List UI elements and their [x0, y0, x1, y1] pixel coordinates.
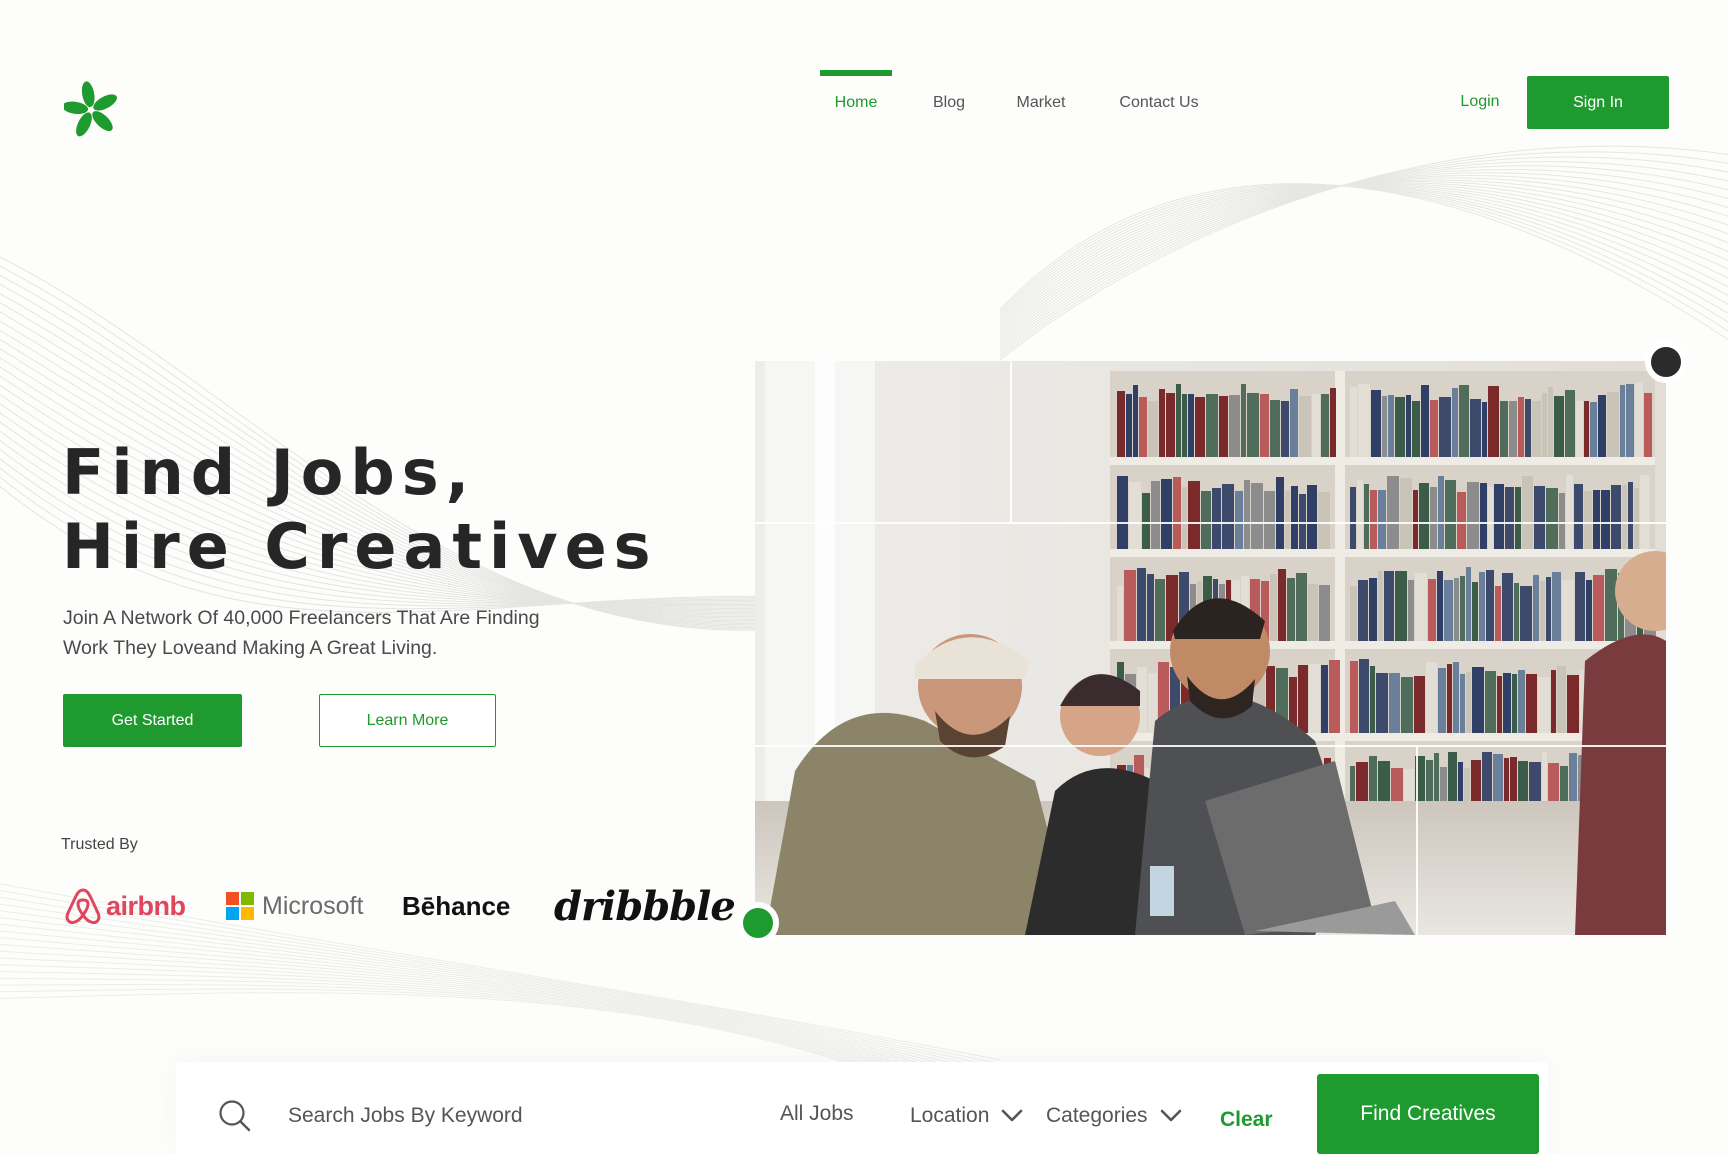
nav-item-blog[interactable]: Blog	[920, 68, 978, 138]
trusted-by-label: Trusted By	[61, 836, 138, 853]
categories-dropdown[interactable]: Categories	[1046, 1094, 1182, 1138]
location-dropdown-label: Location	[910, 1104, 990, 1127]
airbnb-logo: airbnb	[64, 876, 186, 936]
microsoft-wordmark: Microsoft	[262, 891, 364, 920]
nav-item-market[interactable]: Market	[1006, 68, 1076, 138]
chevron-down-icon	[1160, 1109, 1181, 1122]
chevron-down-icon	[1002, 1109, 1023, 1122]
job-search-bar: All Jobs Location Categories Clear Find …	[176, 1062, 1548, 1154]
learn-more-button[interactable]: Learn More	[319, 694, 496, 747]
get-started-button[interactable]: Get Started	[63, 694, 242, 747]
hero-subtitle: Join A Network Of 40,000 Freelancers Tha…	[63, 607, 540, 659]
clover-logo-icon[interactable]	[62, 80, 118, 144]
job-type-selector[interactable]: All Jobs	[780, 1092, 854, 1136]
nav-item-contact-us[interactable]: Contact Us	[1104, 68, 1214, 138]
photo-grid-line	[755, 522, 1666, 524]
search-input[interactable]	[288, 1092, 728, 1140]
decorative-green-dot	[737, 902, 779, 944]
dribbble-wordmark: dribbble	[554, 882, 736, 930]
find-creatives-button[interactable]: Find Creatives	[1317, 1074, 1539, 1154]
search-icon	[219, 1100, 251, 1132]
hero-title: Find Jobs, Hire Creatives	[62, 436, 658, 584]
dribbble-logo: dribbble	[554, 876, 736, 936]
main-nav: Home Blog Market Contact Us	[820, 68, 1214, 138]
microsoft-windows-icon	[226, 892, 254, 920]
behance-logo: Bēhance	[402, 876, 510, 936]
nav-item-home[interactable]: Home	[820, 68, 892, 138]
sign-in-button[interactable]: Sign In	[1527, 76, 1669, 129]
behance-wordmark: Bēhance	[402, 890, 511, 921]
hero-team-photo	[755, 361, 1666, 935]
hero-title-line-1: Find Jobs,	[62, 436, 477, 509]
microsoft-logo: Microsoft	[226, 876, 363, 936]
clear-filters-link[interactable]: Clear	[1220, 1098, 1273, 1142]
photo-grid-line	[1010, 361, 1012, 522]
photo-grid-line	[755, 745, 1666, 747]
categories-dropdown-label: Categories	[1046, 1104, 1148, 1127]
location-dropdown[interactable]: Location	[910, 1094, 1023, 1138]
hero-title-line-2: Hire Creatives	[62, 510, 658, 583]
decorative-dark-dot	[1645, 341, 1687, 383]
airbnb-icon	[65, 888, 101, 924]
photo-grid-line	[1416, 745, 1418, 935]
login-link[interactable]: Login	[1440, 76, 1520, 128]
airbnb-wordmark: airbnb	[106, 890, 186, 921]
